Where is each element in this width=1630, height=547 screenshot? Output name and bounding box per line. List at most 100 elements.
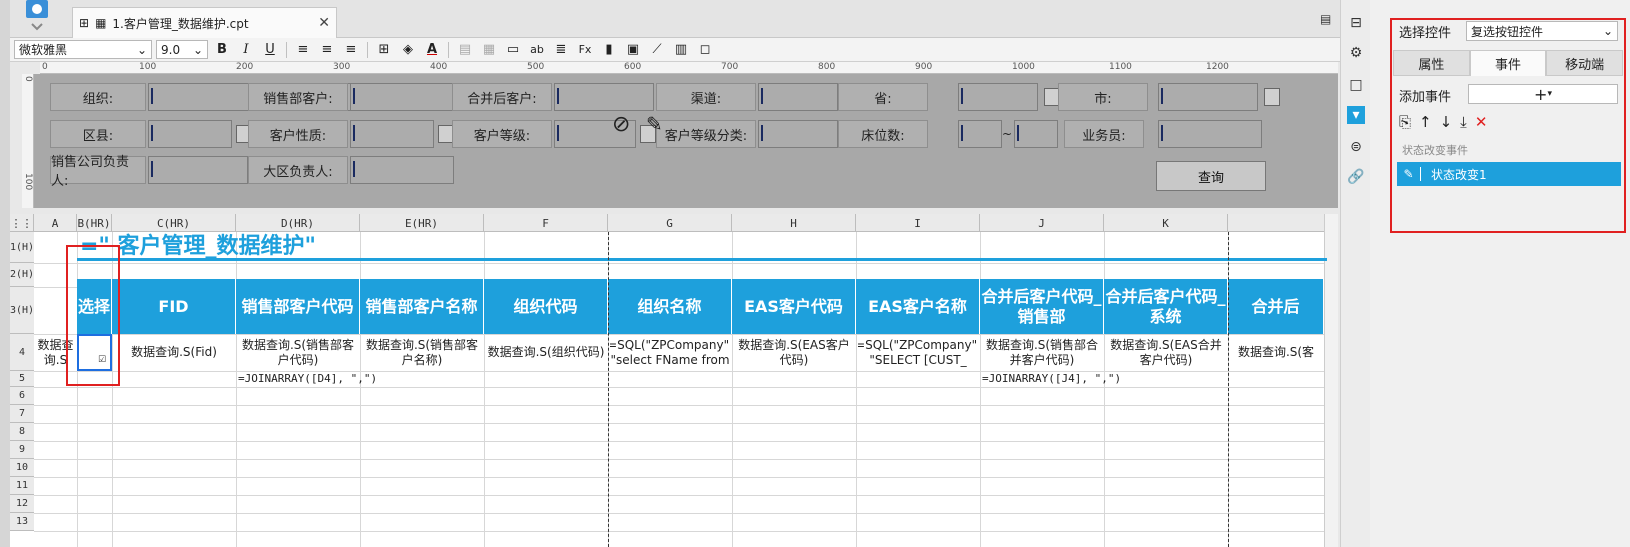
chart-icon[interactable]: ▮ (599, 40, 619, 60)
data-cell[interactable]: =SQL("ZPCompany", "select FName from (610, 334, 730, 371)
header-cell[interactable]: 销售部客户名称 (360, 279, 484, 334)
formula-cell[interactable]: =JOINARRAY([J4], ",") (982, 372, 1121, 385)
underline-icon[interactable]: U (260, 40, 280, 60)
header-cell[interactable]: EAS客户名称 (856, 279, 980, 334)
border-icon[interactable]: ⊞ (374, 40, 394, 60)
header-cell[interactable]: FID (112, 279, 236, 334)
column-header-cell[interactable]: G (608, 214, 732, 232)
data-cell[interactable]: 数据查询.S(组织代码) (486, 334, 606, 371)
edit-pen-icon[interactable]: ✎ (646, 112, 663, 136)
font-family-select[interactable]: 微软雅黑 ⌄ (14, 40, 152, 59)
align-left-icon[interactable]: ≡ (293, 40, 313, 60)
row-header-cell[interactable]: 3(H) (10, 287, 34, 334)
font-size-select[interactable]: 9.0 ⌄ (156, 40, 208, 59)
frame-icon[interactable]: ◻ (695, 40, 715, 60)
tab-menu-icon[interactable]: ▤ (1320, 12, 1331, 26)
vertical-scrollbar[interactable] (1324, 214, 1338, 547)
grid-line (34, 405, 1324, 406)
param-input[interactable] (350, 120, 434, 148)
font-color-icon[interactable]: A (422, 40, 442, 60)
row-header-cell[interactable]: 6 (10, 387, 34, 405)
query-button[interactable]: 查询 (1156, 161, 1266, 191)
row-header-cell[interactable]: 8 (10, 423, 34, 441)
row-header-cell[interactable]: 9 (10, 441, 34, 459)
param-input[interactable] (554, 83, 654, 111)
insert-row-icon[interactable]: ▭ (503, 40, 523, 60)
column-header-cell[interactable]: F (484, 214, 608, 232)
bold-icon[interactable]: B (212, 40, 232, 60)
hyperlink-icon[interactable]: 🔗 (1347, 168, 1365, 186)
param-input[interactable] (758, 83, 838, 111)
data-cell[interactable]: 数据查询.S(Fid) (114, 334, 234, 371)
data-cell[interactable]: 数据查询.S(销售部合并客户代码) (982, 334, 1102, 371)
column-header-cell[interactable]: I (856, 214, 980, 232)
data-cell[interactable]: 数据查询.S(销售部客户名称) (362, 334, 482, 371)
data-binding-icon[interactable]: ⊜ (1347, 138, 1365, 156)
param-input[interactable] (350, 83, 466, 111)
merge-icon[interactable]: ▤ (455, 40, 475, 60)
ruler-tick: 300 (333, 62, 351, 72)
row-header-cell[interactable]: 2(H) (10, 263, 34, 287)
data-cell[interactable]: 数据查询.S(客 (1230, 334, 1322, 371)
header-cell[interactable]: 组织名称 (608, 279, 732, 334)
header-cell[interactable]: EAS客户代码 (732, 279, 856, 334)
app-logo-icon[interactable] (20, 0, 52, 32)
widget-settings-icon[interactable]: ⚙ (1347, 44, 1365, 62)
param-input[interactable] (350, 156, 454, 184)
row-header-cell[interactable]: 13 (10, 513, 34, 531)
row-header-cell[interactable]: 5 (10, 371, 34, 387)
row-header-cell[interactable]: 11 (10, 477, 34, 495)
align-center-icon[interactable]: ≡ (317, 40, 337, 60)
slash-icon[interactable]: ⟋ (647, 40, 667, 60)
close-icon[interactable]: ✕ (318, 15, 330, 31)
param-label: 渠道: (656, 83, 756, 111)
header-cell[interactable]: 销售部客户代码 (236, 279, 360, 334)
range-tilde: ~ (1002, 127, 1013, 141)
header-cell[interactable]: 合并后客户代码_ 销售部 (980, 279, 1104, 334)
data-cell[interactable]: 数据查询.S(EAS客户代码) (734, 334, 854, 371)
row-header-cell[interactable]: 10 (10, 459, 34, 477)
param-input[interactable] (148, 120, 232, 148)
align-right-icon[interactable]: ≡ (341, 40, 361, 60)
column-header-cell[interactable] (1228, 214, 1328, 232)
column-header-cell[interactable]: E(HR) (360, 214, 484, 232)
hidden-eye-icon[interactable]: ⊘ (612, 112, 630, 137)
dropdown-icon[interactable] (1264, 88, 1280, 106)
text-icon[interactable]: ab (527, 40, 547, 60)
subreport-icon[interactable]: ▥ (671, 40, 691, 60)
highlight-box-column (66, 245, 120, 386)
cell-attr-icon[interactable]: ⊟ (1347, 14, 1365, 32)
column-header-cell[interactable]: K (1104, 214, 1228, 232)
row-header-cell[interactable]: 7 (10, 405, 34, 423)
control-settings-icon[interactable]: ▾ (1347, 106, 1365, 124)
image-icon[interactable]: ▣ (623, 40, 643, 60)
row-header-cell[interactable]: 4 (10, 334, 34, 371)
row-header-cell[interactable]: 12 (10, 495, 34, 513)
param-input[interactable] (1158, 120, 1262, 148)
border-settings-icon[interactable]: □ (1347, 76, 1365, 94)
param-input-max[interactable] (1014, 120, 1058, 148)
formula-icon[interactable]: Fx (575, 40, 595, 60)
header-cell[interactable]: 合并后 (1228, 279, 1324, 334)
unmerge-icon[interactable]: ▦ (479, 40, 499, 60)
italic-icon[interactable]: I (236, 40, 256, 60)
formula-cell[interactable]: =JOINARRAY([D4], ",") (238, 372, 377, 385)
param-input[interactable] (958, 83, 1038, 111)
paragraph-icon[interactable]: ≣ (551, 40, 571, 60)
param-input[interactable] (148, 156, 248, 184)
header-cell[interactable]: 合并后客户代码_ 系统 (1104, 279, 1228, 334)
data-cell[interactable]: 数据查询.S(销售部客户代码) (238, 334, 358, 371)
column-header-cell[interactable]: J (980, 214, 1104, 232)
data-cell[interactable]: 数据查询.S(EAS合并客户代码) (1106, 334, 1226, 371)
tab-document[interactable]: ⊞ ▦ 1.客户管理_数据维护.cpt ✕ (72, 7, 337, 38)
column-header-cell[interactable]: H (732, 214, 856, 232)
corner-cell[interactable]: ⋮⋮ (10, 214, 34, 232)
param-input[interactable] (758, 120, 838, 148)
fill-color-icon[interactable]: ◈ (398, 40, 418, 60)
param-input[interactable] (1158, 83, 1258, 111)
param-input[interactable] (958, 120, 1002, 148)
header-cell[interactable]: 组织代码 (484, 279, 608, 334)
data-cell[interactable]: =SQL("ZPCompany", "SELECT [CUST_ (858, 334, 978, 371)
column-header-cell[interactable]: A (34, 214, 77, 232)
row-header-cell[interactable]: 1(H) (10, 232, 34, 263)
